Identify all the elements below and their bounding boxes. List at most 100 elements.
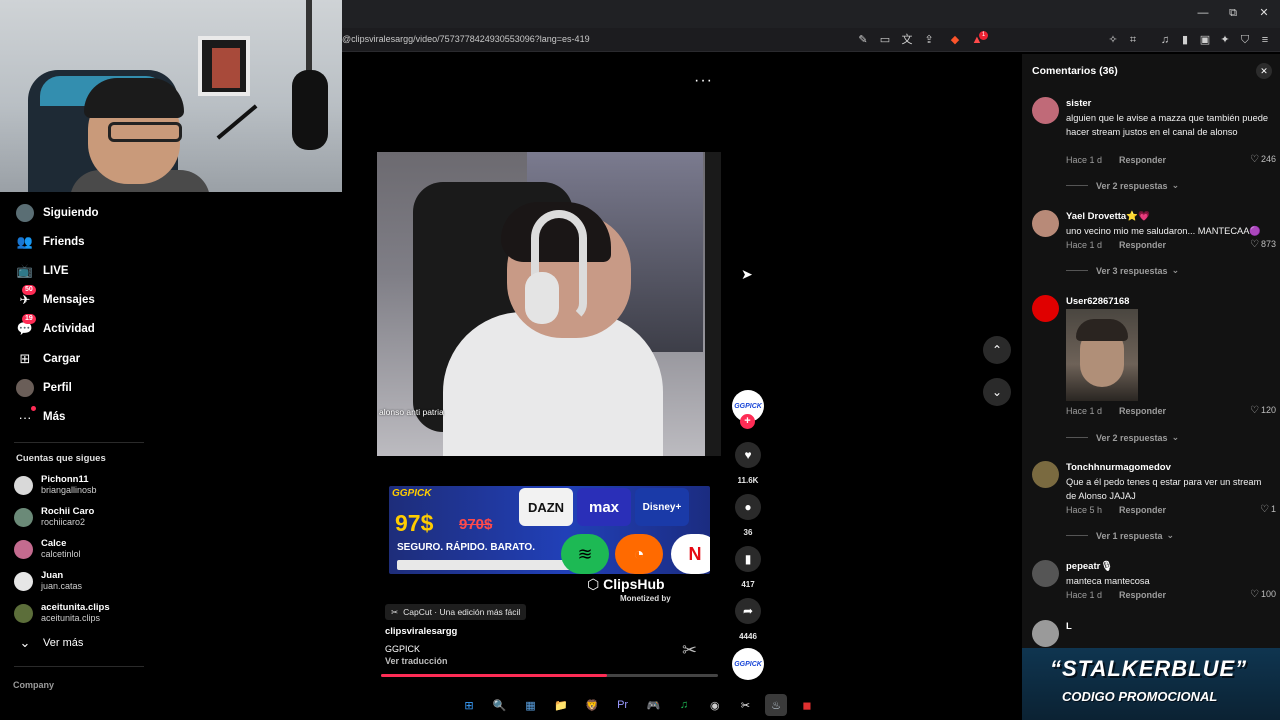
comment-text: alguien que le avise a mazza que también… (1066, 113, 1269, 137)
next-video-button[interactable]: ⌄ (983, 378, 1011, 406)
discord-icon[interactable]: 🎮 (642, 694, 664, 716)
sidebar-icon[interactable]: ▮ (1178, 33, 1192, 47)
comment-avatar[interactable] (1032, 620, 1059, 647)
comment-like-button[interactable]: ♡ 1 (1236, 504, 1276, 515)
reply-button[interactable]: Responder (1119, 155, 1166, 165)
menu-icon[interactable]: ≡ (1258, 33, 1272, 47)
account-username: rochiicaro2 (41, 517, 86, 527)
comment-avatar[interactable] (1032, 461, 1059, 488)
nav-item-más[interactable]: ··· Más (16, 406, 166, 428)
comment-image-hair (1076, 319, 1128, 341)
share-button[interactable]: ➦ (735, 598, 761, 624)
translate-icon[interactable]: 文 (900, 33, 914, 47)
comment-avatar[interactable] (1032, 295, 1059, 322)
heart-outline-icon: ♡ (1250, 154, 1259, 165)
followed-account[interactable]: Calce calcetinlol (14, 535, 164, 563)
view-replies-label: Ver 1 respuesta (1096, 530, 1163, 541)
comment-username[interactable]: pepeatr🎙 (1066, 561, 1112, 572)
reply-button[interactable]: Responder (1119, 505, 1166, 515)
previous-video-button[interactable]: ⌃ (983, 336, 1011, 364)
comment-image[interactable] (1066, 309, 1138, 401)
video-author[interactable]: clipsviralesargg (385, 626, 457, 637)
capcut-tag[interactable]: ✂ CapCut · Una edición más fácil (385, 604, 527, 620)
view-replies-button[interactable]: Ver 3 respuestas ⌄ (1066, 265, 1179, 276)
nav-label: Cargar (43, 353, 81, 365)
close-comments-icon[interactable]: ✕ (1256, 63, 1272, 79)
search-icon[interactable]: 🔍 (489, 694, 511, 716)
like-button[interactable]: ♥ (735, 442, 761, 468)
nav-item-live[interactable]: 📺 LIVE (16, 260, 166, 282)
spotify-icon[interactable]: ♫ (673, 694, 695, 716)
windows-start-icon[interactable]: ⊞ (458, 694, 480, 716)
comment-like-button[interactable]: ♡ 873 (1236, 239, 1276, 250)
music-icon[interactable]: ♫ (1158, 33, 1172, 47)
steam-icon-glyph: ♨ (771, 699, 782, 712)
comment-like-button[interactable]: ♡ 246 (1236, 154, 1276, 165)
reply-button[interactable]: Responder (1119, 240, 1166, 250)
nav-item-cargar[interactable]: ⊞ Cargar (16, 348, 166, 370)
notification-badge: 50 (22, 285, 36, 295)
replies-line (1066, 185, 1088, 186)
cast-icon[interactable]: ▭ (878, 33, 892, 47)
sound-avatar[interactable]: GGPICK (732, 648, 764, 680)
extensions-icon[interactable]: ✧ (1106, 33, 1120, 47)
obs-icon[interactable]: ◉ (704, 694, 726, 716)
file-explorer-icon[interactable]: 📁 (550, 694, 572, 716)
nav-item-actividad[interactable]: 💬 19 Actividad (16, 314, 166, 340)
following-title: Cuentas que sigues (16, 453, 106, 464)
more-options-icon[interactable]: ··· (694, 72, 713, 90)
followed-account[interactable]: Pichonn11 briangallinosb (14, 471, 164, 499)
comment-avatar[interactable] (1032, 560, 1059, 587)
obs-icon-glyph: ◉ (709, 699, 720, 712)
company-link[interactable]: Company (13, 680, 54, 690)
followed-account[interactable]: Rochii Caro rochiicaro2 (14, 503, 164, 531)
followed-account[interactable]: Juan juan.catas (14, 567, 164, 595)
nav-item-siguiendo[interactable]: Siguiendo (16, 202, 166, 224)
see-more-button[interactable]: ⌄ Ver más (16, 632, 166, 654)
comment-like-button[interactable]: ♡ 100 (1236, 589, 1276, 600)
vpn-icon[interactable]: ⛉ (1238, 33, 1252, 47)
comment-avatar[interactable] (1032, 97, 1059, 124)
screenshot-icon[interactable]: ⌗ (1126, 33, 1140, 47)
reply-button[interactable]: Responder (1119, 406, 1166, 416)
reader-off-icon[interactable]: ✎ (856, 33, 870, 47)
brave-browser-icon[interactable]: 🦁 (581, 694, 603, 716)
minimize-window-button[interactable]: — (1196, 6, 1210, 20)
follow-plus-icon[interactable]: + (740, 414, 755, 429)
url-text[interactable]: @clipsviralesargg/video/7573778424930553… (342, 34, 590, 44)
comment-button[interactable]: ● (735, 494, 761, 520)
comment-username[interactable]: Yael Drovetta⭐💗 (1066, 211, 1150, 222)
save-button[interactable]: ▮ (735, 546, 761, 572)
nav-item-friends[interactable]: 👥 Friends (16, 231, 166, 253)
comment-username[interactable]: Tonchhnurmagomedov (1066, 462, 1171, 473)
comment-like-button[interactable]: ♡ 120 (1236, 405, 1276, 416)
reply-button[interactable]: Responder (1119, 590, 1166, 600)
chevron-up-icon: ⌃ (991, 343, 1003, 357)
premiere-icon[interactable]: Pr (612, 694, 634, 716)
wallet-icon[interactable]: ▣ (1198, 33, 1212, 47)
steam-icon[interactable]: ♨ (765, 694, 788, 716)
followed-account[interactable]: aceitunita.clips aceitunita.clips (14, 599, 164, 627)
widgets-icon[interactable]: ▦ (519, 694, 541, 716)
comment-avatar[interactable] (1032, 210, 1059, 237)
brave-shields-icon[interactable]: ◆ (948, 33, 962, 47)
restore-window-button[interactable]: ⧉ (1226, 6, 1240, 20)
comment-username[interactable]: L (1066, 621, 1072, 632)
share-icon[interactable]: ⇪ (922, 33, 936, 47)
ad-brand: GGPICK (392, 488, 432, 499)
close-window-button[interactable]: ✕ (1257, 6, 1271, 20)
comment-time: Hace 1 d (1066, 155, 1103, 165)
nav-item-mensajes[interactable]: ✈ 50 Mensajes (16, 285, 166, 311)
comment-username[interactable]: User62867168 (1066, 296, 1129, 307)
view-replies-button[interactable]: Ver 2 respuestas ⌄ (1066, 180, 1179, 191)
ad-price: 97$ (395, 510, 434, 536)
nav-item-perfil[interactable]: Perfil (16, 377, 166, 399)
ad-banner[interactable]: GGPICK 97$ 970$ SEGURO. RÁPIDO. BARATO. … (389, 486, 710, 574)
view-replies-button[interactable]: Ver 1 respuesta ⌄ (1066, 530, 1174, 541)
capcut-icon[interactable]: ✂ (734, 694, 756, 716)
comment-username[interactable]: sister (1066, 98, 1091, 109)
view-replies-button[interactable]: Ver 2 respuestas ⌄ (1066, 432, 1179, 443)
app-red-icon[interactable]: ◼ (796, 694, 818, 716)
leo-ai-icon[interactable]: ✦ (1218, 33, 1232, 47)
see-translation-link[interactable]: Ver traducción (385, 656, 448, 666)
